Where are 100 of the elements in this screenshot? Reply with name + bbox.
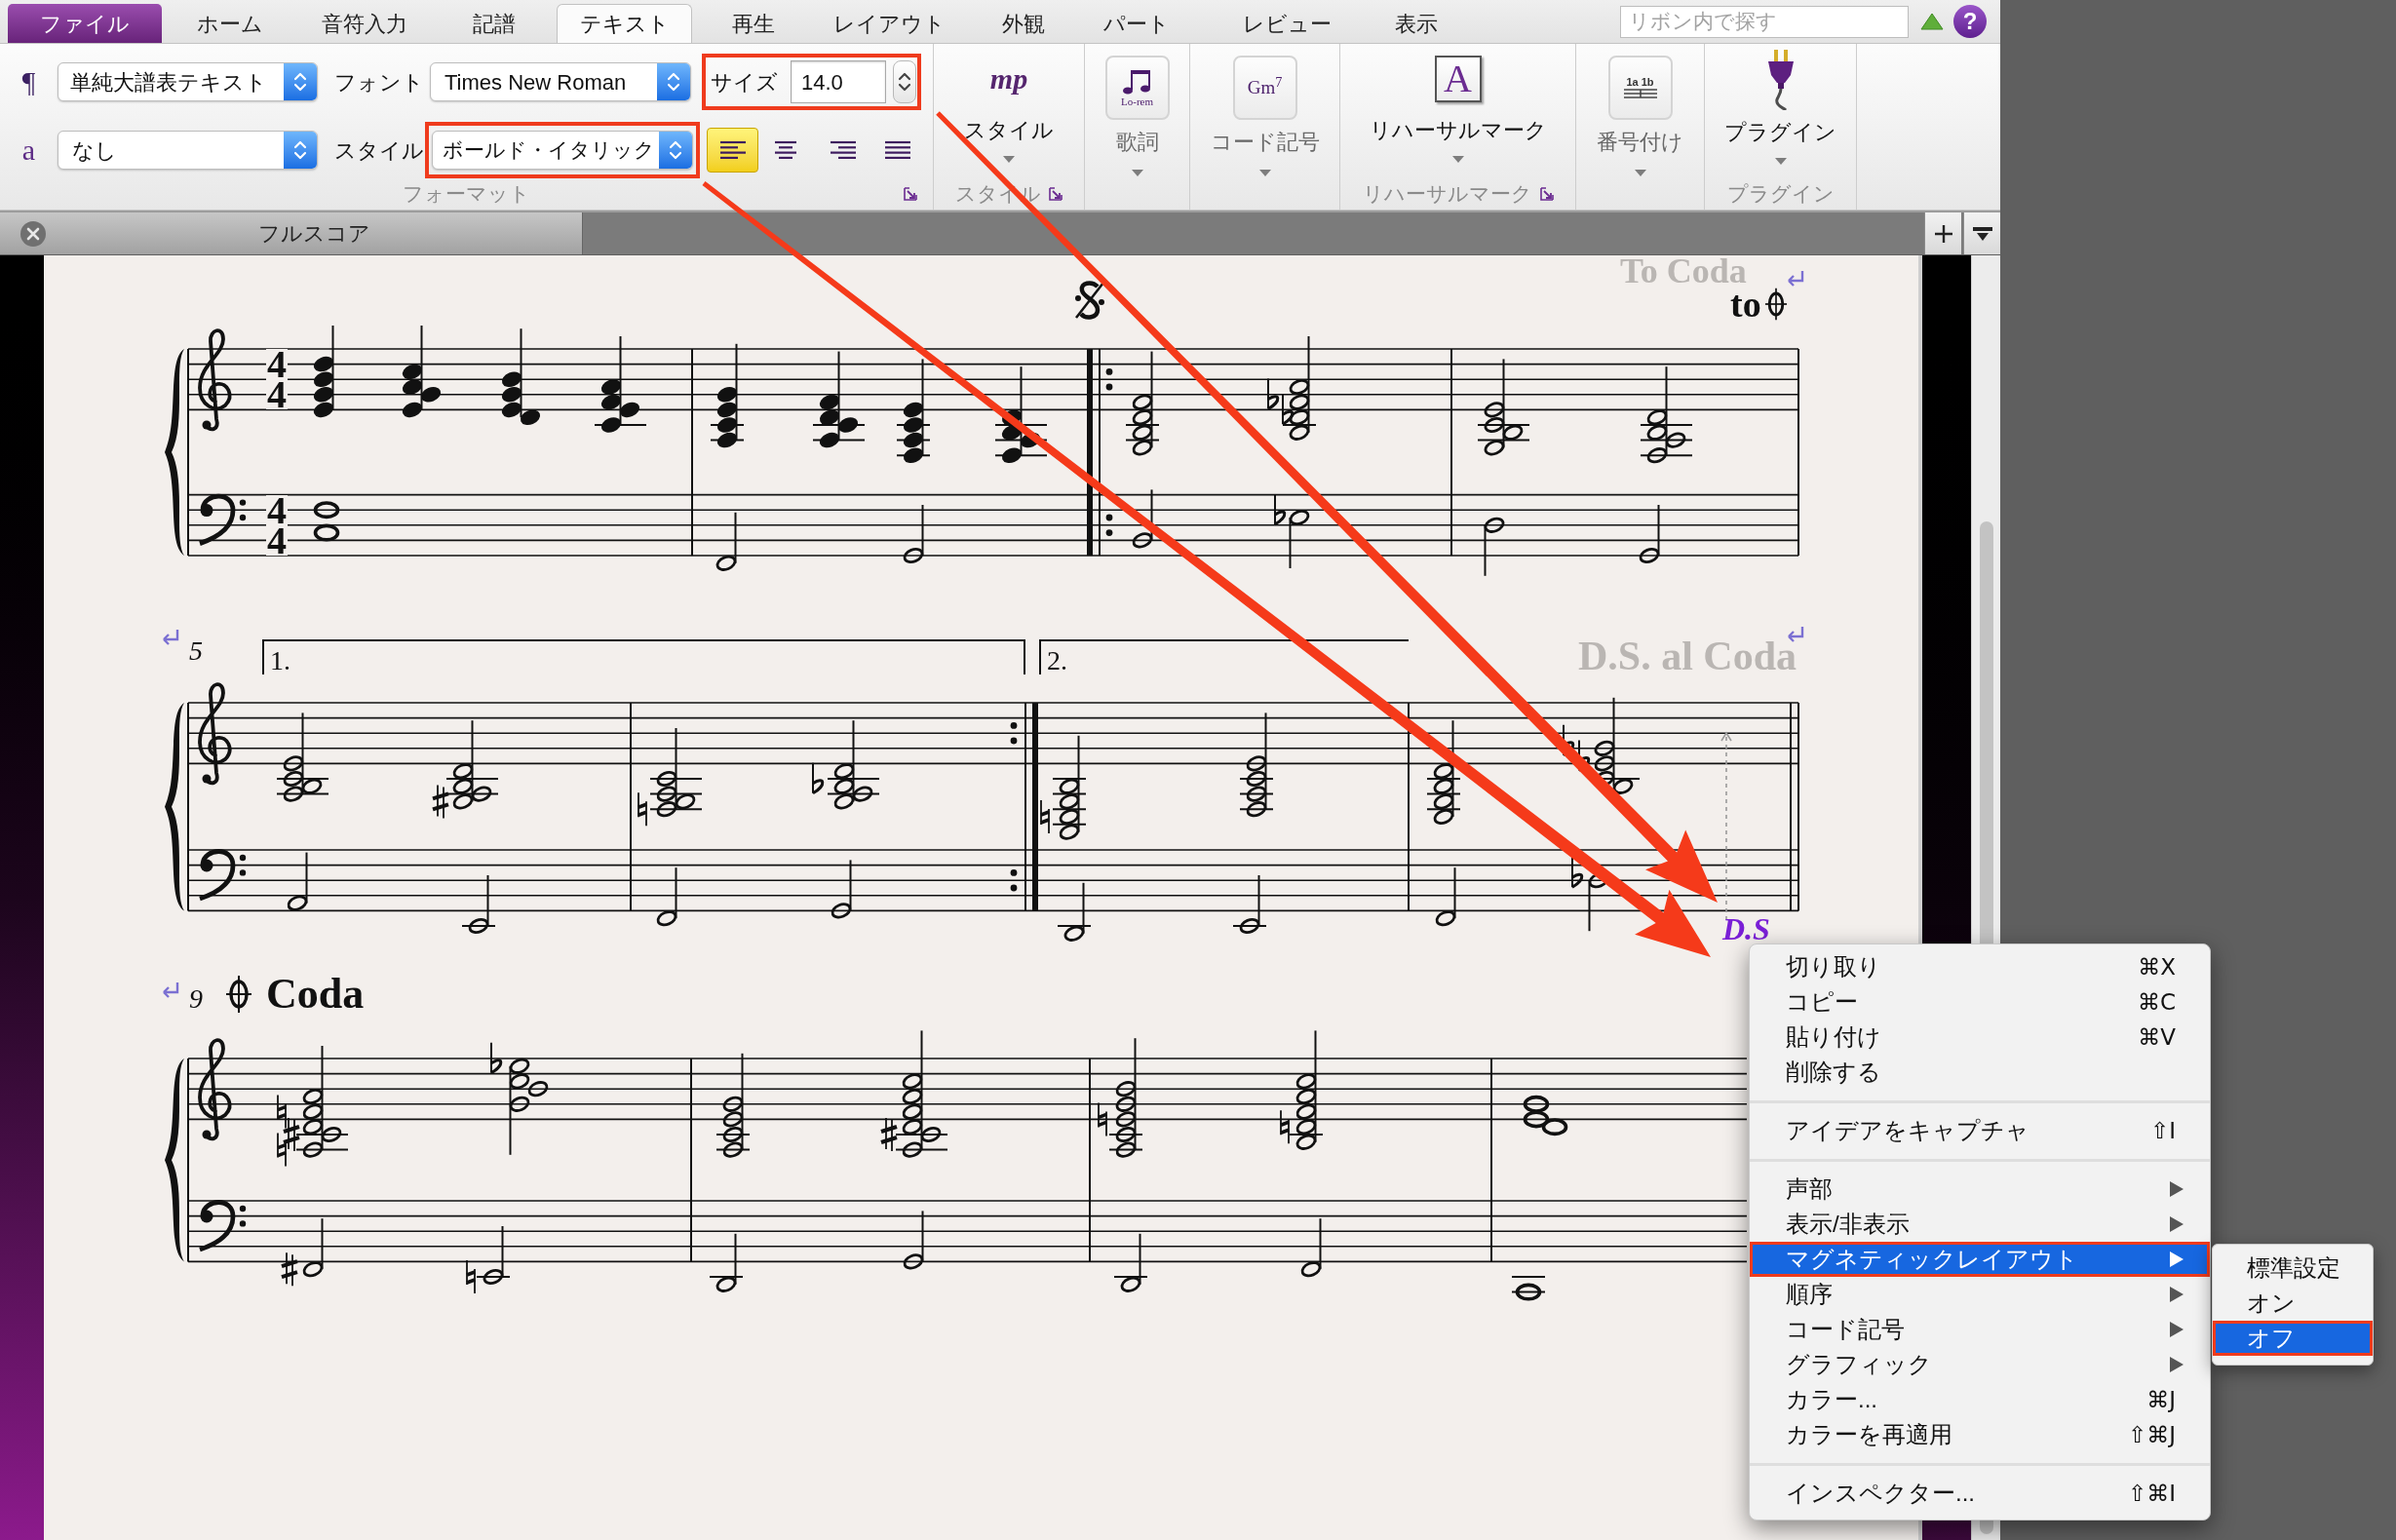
menu-item[interactable]: オフ xyxy=(2213,1321,2373,1356)
group-title: リハーサルマーク xyxy=(1362,180,1532,207)
shortcut-text: ⌘C xyxy=(2137,987,2176,1017)
ribbon-tab[interactable]: 表示 xyxy=(1382,4,1450,43)
size-label: サイズ xyxy=(711,68,778,96)
up-down-chevron-icon xyxy=(293,139,307,161)
plus-icon xyxy=(1933,223,1953,244)
document-tab[interactable]: フルスコア xyxy=(0,212,583,254)
caret-icon xyxy=(1451,156,1464,163)
plugins-button[interactable]: プラグイン xyxy=(1724,50,1836,165)
menu-item[interactable]: オン xyxy=(2213,1286,2373,1321)
menu-item[interactable]: コピー ⌘C xyxy=(1750,984,2210,1020)
dialog-launcher-icon[interactable] xyxy=(1539,186,1554,201)
menu-item[interactable]: カラーを再適用 ⇧⌘J xyxy=(1750,1417,2210,1452)
close-icon[interactable] xyxy=(19,219,47,248)
measure-number: 5 xyxy=(189,638,203,664)
menu-item[interactable]: 貼り付け ⌘V xyxy=(1750,1020,2210,1055)
menu-item[interactable]: 切り取り ⌘X xyxy=(1750,949,2210,984)
tab-list-button[interactable] xyxy=(1963,212,2000,254)
ribbon-tab[interactable]: パート xyxy=(1082,4,1191,43)
score-text: Coda xyxy=(266,975,365,1014)
menu-item[interactable]: 削除する xyxy=(1750,1055,2210,1090)
menu-item[interactable]: 標準設定 xyxy=(2213,1251,2373,1286)
up-triangle-icon[interactable] xyxy=(1920,13,1944,30)
caret-icon xyxy=(1131,170,1143,176)
help-button[interactable]: ? xyxy=(1953,5,1987,38)
font-dropdown[interactable]: Times New Roman xyxy=(430,62,691,101)
menu-item[interactable]: グラフィック xyxy=(1750,1347,2210,1382)
shortcut-text: ⇧⌘I xyxy=(2127,1479,2176,1508)
shortcut-text: ⌘J xyxy=(2146,1385,2176,1414)
styles-button[interactable]: mp スタイル xyxy=(964,50,1054,163)
ribbon-tab[interactable]: レビュー xyxy=(1191,4,1382,43)
caret-icon xyxy=(1003,156,1015,163)
chord-symbol-text: Gm$^{7}$ xyxy=(1247,77,1283,98)
ribbon-tab[interactable]: 再生 xyxy=(692,4,814,43)
size-input[interactable]: 14.0 xyxy=(791,60,886,103)
menu-item[interactable]: アイデアをキャプチャ ⇧I xyxy=(1750,1113,2210,1148)
return-arrow-icon xyxy=(1786,625,1805,642)
up-down-chevron-icon xyxy=(667,71,680,93)
bar-number-text: 1a 1b xyxy=(1626,76,1654,88)
align-center-icon xyxy=(772,140,799,160)
paragraph-style-dropdown[interactable]: 単純大譜表テキスト xyxy=(58,62,318,101)
shortcut-text: ⇧I xyxy=(2149,1116,2176,1145)
rehearsal-letter-box: A xyxy=(1434,56,1482,102)
group-title: フォーマット xyxy=(403,181,530,208)
lyric-sample-text: Lo-rem xyxy=(1121,96,1153,107)
menu-item[interactable]: コード記号 xyxy=(1750,1312,2210,1347)
measure-number: 9 xyxy=(189,986,203,1012)
up-down-chevron-icon xyxy=(898,71,911,93)
ribbon-tab[interactable]: テキスト xyxy=(557,4,692,43)
group-title: プラグイン xyxy=(1726,180,1835,207)
ending-number: 2. xyxy=(1047,648,1067,674)
text-style-dropdown[interactable]: ボールド・イタリック xyxy=(432,131,693,170)
shortcut-text: ⇧⌘J xyxy=(2127,1420,2176,1449)
caret-icon xyxy=(1634,170,1646,176)
return-arrow-icon xyxy=(1786,269,1805,287)
align-left-icon xyxy=(718,140,747,160)
ribbon-tab[interactable]: 記譜 xyxy=(432,4,557,43)
caret-icon xyxy=(1258,170,1271,176)
score-text: D.S. al Coda xyxy=(1578,637,1797,674)
ribbon-tab[interactable]: 外観 xyxy=(965,4,1082,43)
menu-item[interactable]: マグネティックレイアウト xyxy=(1750,1242,2210,1277)
menu-item[interactable]: 表示/非表示 xyxy=(1750,1207,2210,1242)
align-left-button[interactable] xyxy=(707,128,758,173)
ribbon-tab[interactable]: 音符入力 xyxy=(297,4,432,43)
caret-icon xyxy=(1774,158,1787,165)
shortcut-text: ⌘X xyxy=(2138,952,2176,982)
beamed-notes-icon xyxy=(1122,68,1152,96)
tray-down-icon xyxy=(1971,224,1993,243)
score-text: To Coda xyxy=(1620,255,1747,287)
dialog-launcher-icon[interactable] xyxy=(904,187,917,201)
score-text: D.S xyxy=(1722,914,1770,943)
menu-item[interactable]: 声部 xyxy=(1750,1172,2210,1207)
align-right-icon xyxy=(830,140,857,160)
ribbon-tab[interactable]: ファイル xyxy=(8,4,162,43)
justify-icon xyxy=(884,140,911,160)
shortcut-text: ⌘V xyxy=(2138,1022,2176,1052)
font-label: フォント xyxy=(334,68,424,96)
rehearsal-mark-button[interactable]: A リハーサルマーク xyxy=(1369,50,1547,163)
ribbon-tab[interactable]: レイアウト xyxy=(814,4,965,43)
character-style-marker: a xyxy=(21,135,36,165)
ribbon-tab[interactable]: ホーム xyxy=(162,4,297,43)
ending-number: 1. xyxy=(270,648,290,674)
up-down-chevron-icon xyxy=(669,139,682,161)
menu-item[interactable]: インスペクター... ⇧⌘I xyxy=(1750,1476,2210,1511)
dialog-launcher-icon[interactable] xyxy=(1049,186,1063,201)
segno-icon xyxy=(1072,279,1107,322)
score-text: to xyxy=(1730,288,1761,321)
menu-item[interactable]: 順序 xyxy=(1750,1277,2210,1312)
dynamic-mark-text: mp xyxy=(989,64,1028,94)
character-style-dropdown[interactable]: なし xyxy=(58,131,318,170)
menu-item[interactable]: カラー... ⌘J xyxy=(1750,1382,2210,1417)
style-label: スタイル xyxy=(334,136,424,165)
return-arrow-icon xyxy=(161,981,180,998)
up-down-chevron-icon xyxy=(293,71,307,93)
return-arrow-icon xyxy=(161,628,180,645)
new-tab-button[interactable] xyxy=(1924,212,1961,254)
size-stepper[interactable] xyxy=(893,60,916,103)
paragraph-style-marker: ¶ xyxy=(21,67,36,96)
staff-lines-icon xyxy=(1623,88,1657,99)
